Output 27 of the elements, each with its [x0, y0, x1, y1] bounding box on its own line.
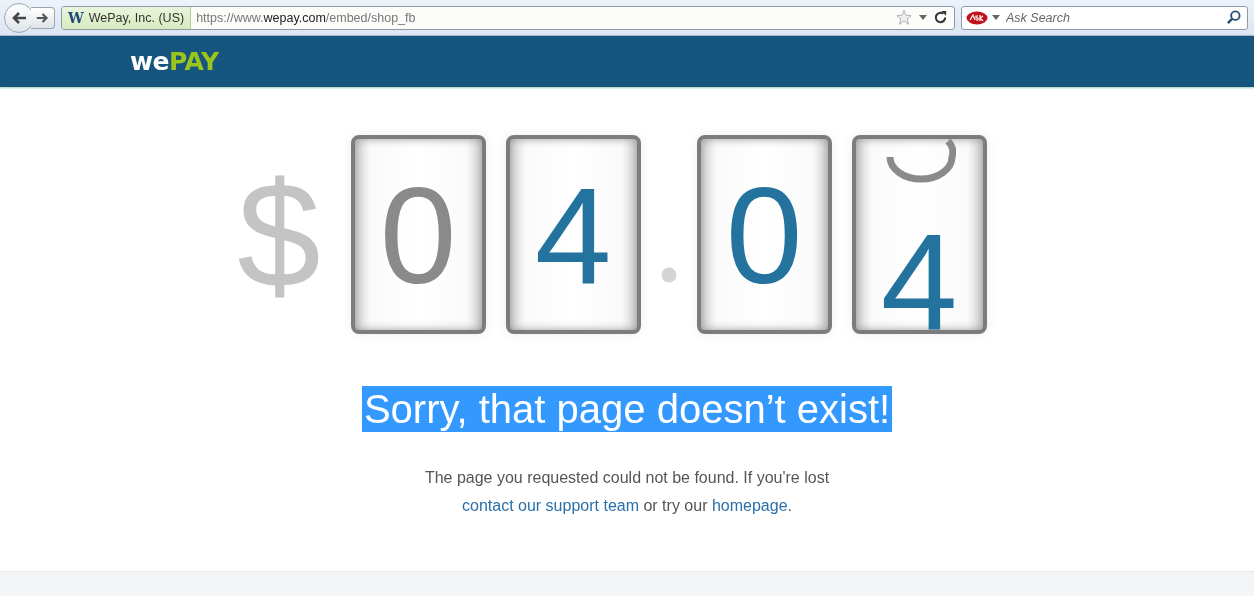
- star-icon[interactable]: [895, 9, 913, 26]
- address-bar[interactable]: W WePay, Inc. (US) https://www.wepay.com/embed/shop_fb: [61, 5, 955, 30]
- forward-button[interactable]: [31, 6, 55, 29]
- site-identity-button[interactable]: W WePay, Inc. (US): [62, 6, 192, 29]
- error-heading: Sorry, that page doesn’t exist!: [361, 386, 893, 432]
- dropdown-caret-icon[interactable]: [919, 14, 927, 21]
- back-arrow-icon: [11, 10, 27, 25]
- search-bar[interactable]: Ask Search: [961, 5, 1248, 30]
- digit: 0: [379, 165, 457, 304]
- text-link[interactable]: contact our support team: [462, 497, 639, 514]
- logo[interactable]: wePAY: [130, 47, 219, 76]
- dropdown-caret-icon[interactable]: [992, 14, 1000, 21]
- favicon-icon: W: [68, 9, 84, 26]
- search-icon[interactable]: [1226, 10, 1241, 25]
- error-message: The page you requested could not be found. If you're lost contact our support team or try our homepage.: [423, 468, 831, 516]
- digit: 4: [880, 211, 958, 330]
- url-text: https://www.wepay.com/embed/shop_fb: [195, 10, 417, 25]
- currency-symbol: $: [237, 159, 321, 310]
- forward-arrow-icon: [36, 11, 49, 24]
- search-input[interactable]: Ask Search: [1004, 9, 1222, 26]
- digit: 0: [725, 165, 803, 304]
- back-button[interactable]: [4, 2, 34, 33]
- text-link[interactable]: homepage: [711, 497, 788, 514]
- reload-icon[interactable]: [933, 10, 948, 25]
- digit: 4: [534, 165, 612, 304]
- decimal-point-icon: [660, 266, 677, 283]
- search-engine-logo-icon: [966, 10, 988, 25]
